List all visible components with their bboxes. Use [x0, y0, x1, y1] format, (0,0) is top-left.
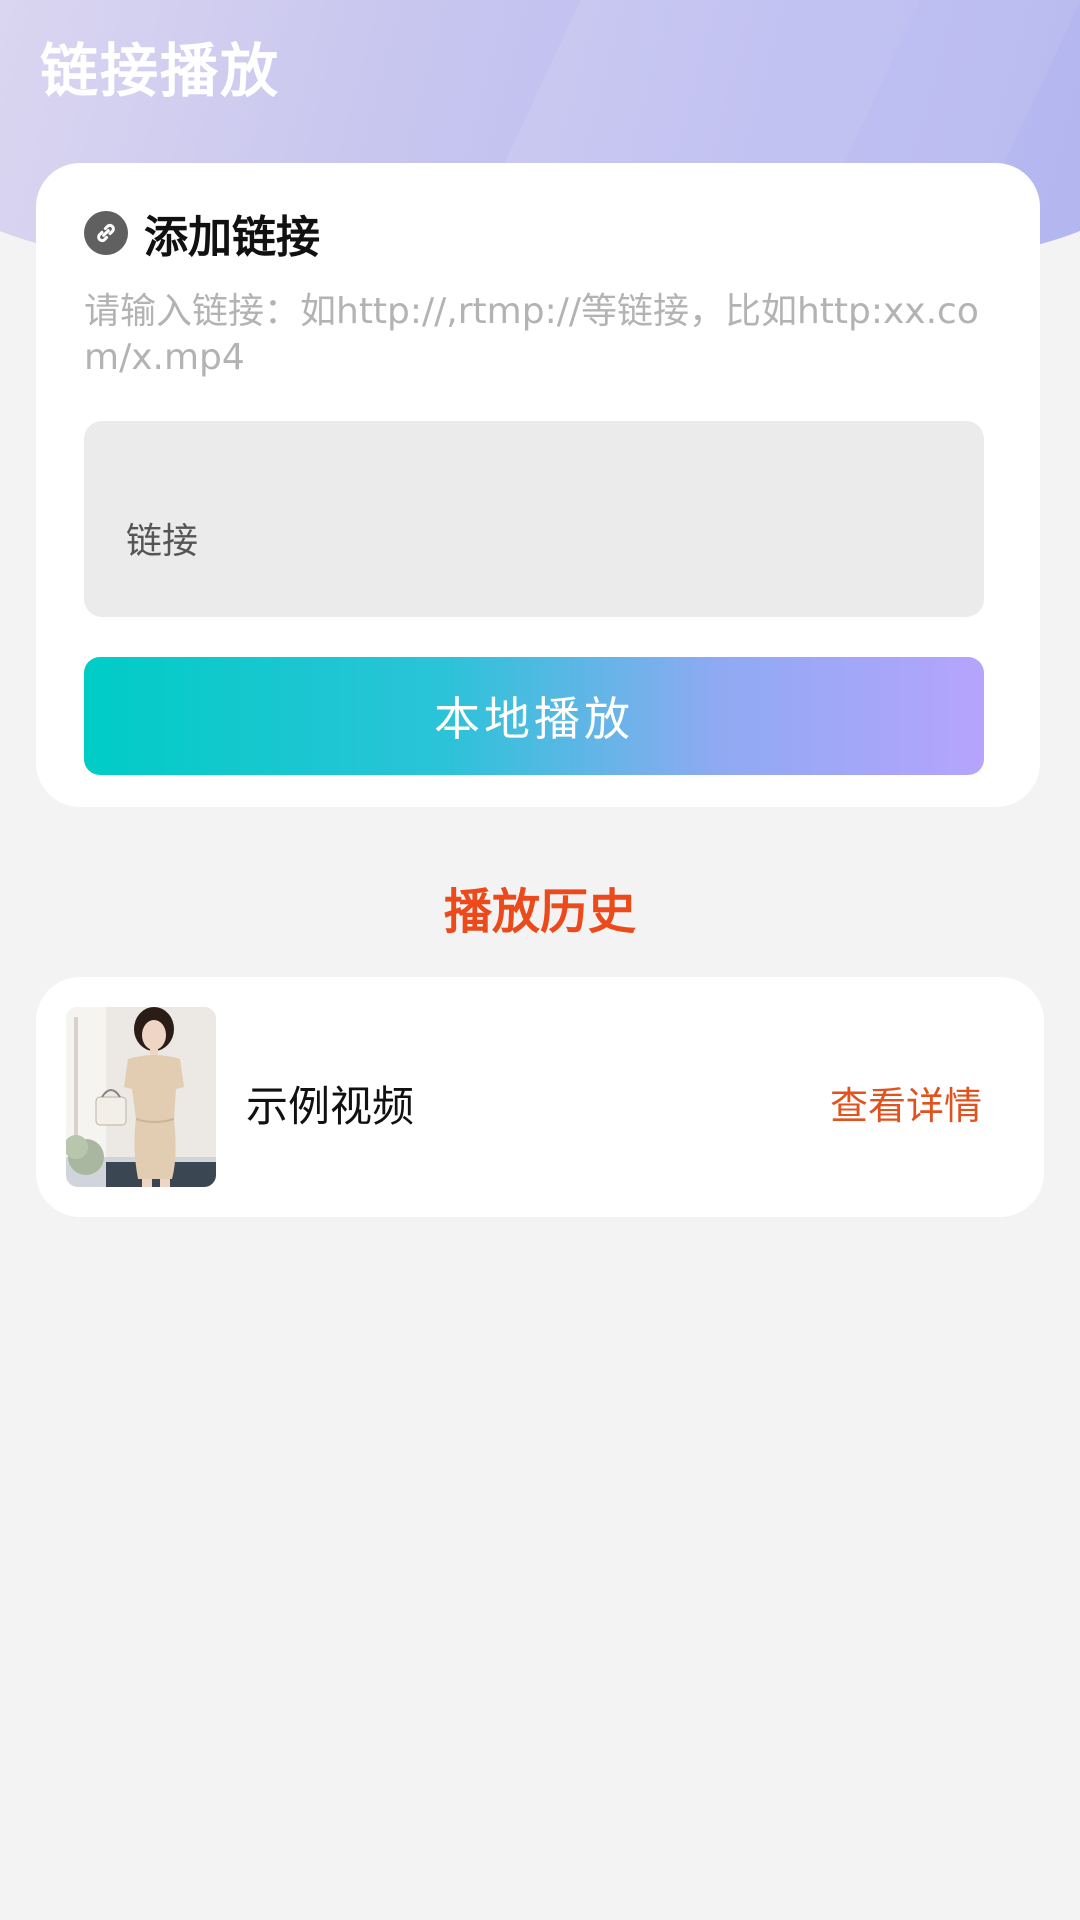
- play-history-title: 播放历史: [443, 884, 636, 940]
- link-icon: [84, 211, 128, 255]
- add-link-card: 添加链接 请输入链接：如http://,rtmp://等链接，比如http:xx…: [36, 163, 1040, 807]
- link-input[interactable]: [84, 421, 984, 617]
- local-play-button[interactable]: 本地播放: [84, 657, 984, 775]
- view-details-link[interactable]: 查看详情: [830, 1075, 982, 1130]
- link-hint-text: 请输入链接：如http://,rtmp://等链接，比如http:xx.com/…: [84, 291, 979, 378]
- page-title: 链接播放: [40, 37, 281, 105]
- video-thumbnail[interactable]: [66, 1007, 216, 1187]
- history-list-item[interactable]: 示例视频 查看详情: [36, 977, 1044, 1217]
- add-link-title: 添加链接: [144, 212, 320, 263]
- add-link-header: 添加链接: [84, 201, 320, 265]
- history-item-title: 示例视频: [246, 1082, 415, 1131]
